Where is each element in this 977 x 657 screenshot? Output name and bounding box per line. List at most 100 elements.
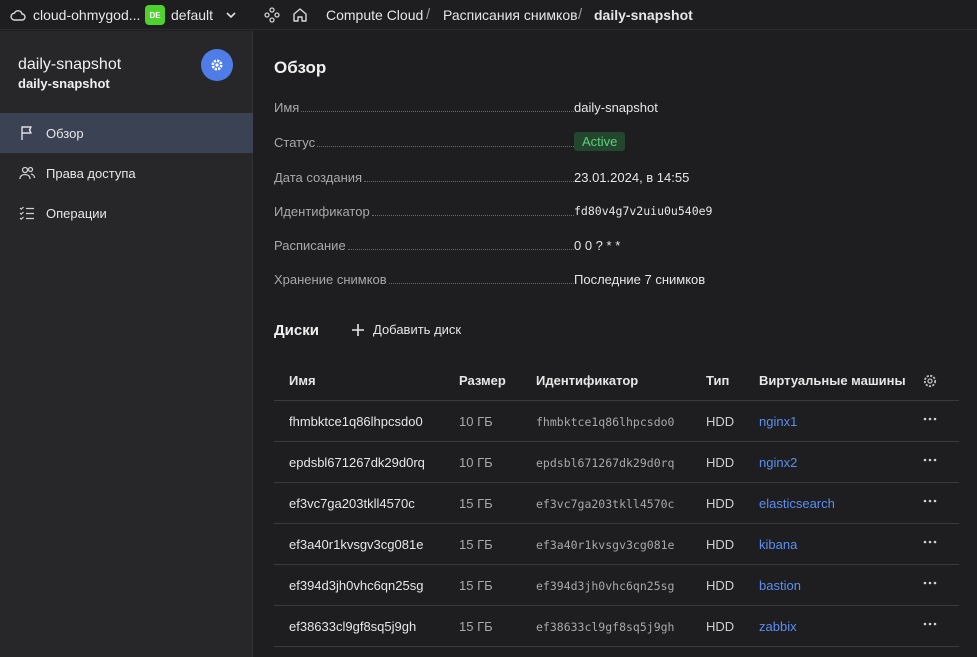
prop-retention: Хранение снимков Последние 7 снимков [274,272,714,292]
vm-link[interactable]: nginx1 [759,414,797,429]
prop-value[interactable]: fd80v4g7v2uiu0u540e9 [574,204,712,218]
sidebar-item-label: Права доступа [46,165,136,181]
table-row[interactable]: epdsbl671267dk29d0rq 10 ГБ epdsbl671267d… [274,442,959,483]
disk-type: HDD [706,455,735,470]
sidebar-item-label: Обзор [46,125,84,141]
status-badge: Active [574,132,626,151]
prop-label: Имя [274,100,300,115]
flag-icon [21,126,32,140]
column-header-id[interactable]: Идентификатор [536,373,638,388]
disk-id: ef38633cl9gf8sq5j9gh [536,620,675,634]
list-icon [19,206,34,221]
disk-size: 10 ГБ [459,414,493,429]
vm-link[interactable]: nginx2 [759,455,797,470]
vm-link[interactable]: elasticsearch [759,496,835,511]
sidebar-title: daily-snapshot [18,56,122,73]
breadcrumb-separator: / [426,6,431,23]
disk-type: HDD [706,414,735,429]
breadcrumb-snapshot-schedules[interactable]: Расписания снимков [443,7,578,23]
disk-id: ef394d3jh0vhc6qn25sg [536,579,675,593]
prop-label: Хранение снимков [274,272,387,287]
disk-name: ef3vc7ga203tkll4570c [289,496,415,511]
disk-type: HDD [706,537,735,552]
main-content: Обзор Имя daily-snapshot Статус Active Д… [254,31,977,657]
column-header-vms[interactable]: Виртуальные машины [759,373,906,388]
sidebar-item-overview[interactable]: Обзор [0,113,253,153]
disk-size: 15 ГБ [459,496,493,511]
gear-icon [211,59,223,71]
disk-id: ef3vc7ga203tkll4570c [536,497,675,511]
disk-name: fhmbktce1q86lhpcsdo0 [289,414,423,429]
prop-created: Дата создания 23.01.2024, в 14:55 [274,170,714,190]
disk-type: HDD [706,619,735,634]
disks-title: Диски [274,322,319,339]
prop-value: Последние 7 снимков [574,272,706,287]
disk-name: epdsbl671267dk29d0rq [289,455,425,470]
add-disk-button[interactable]: Добавить диск [351,322,461,337]
breadcrumb-compute-cloud[interactable]: Compute Cloud [326,7,423,23]
prop-schedule: Расписание 0 0 ? * * [274,238,714,258]
prop-value: daily-snapshot [574,100,658,115]
sidebar-item-label: Операции [46,205,107,221]
disk-type: HDD [706,496,735,511]
chevron-down-icon[interactable] [224,8,238,22]
column-header-type[interactable]: Тип [706,373,729,388]
sidebar-item-access[interactable]: Права доступа [0,153,253,193]
cloud-name[interactable]: cloud-ohmygod... [33,7,140,23]
prop-name: Имя daily-snapshot [274,100,714,120]
table-row[interactable]: ef38633cl9gf8sq5j9gh 15 ГБ ef38633cl9gf8… [274,606,959,647]
disk-id: ef3a40r1kvsgv3cg081e [536,538,675,552]
prop-label: Идентификатор [274,204,370,219]
table-row[interactable]: ef3vc7ga203tkll4570c 15 ГБ ef3vc7ga203tk… [274,483,959,524]
plus-icon [352,323,364,336]
sidebar-subtitle: daily-snapshot [18,76,110,91]
disk-size: 15 ГБ [459,619,493,634]
overview-title: Обзор [274,58,327,77]
home-icon[interactable] [291,6,309,24]
disk-size: 15 ГБ [459,578,493,593]
vm-link[interactable]: zabbix [759,619,797,634]
prop-value: 23.01.2024, в 14:55 [574,170,690,185]
disk-name: ef394d3jh0vhc6qn25sg [289,578,424,593]
vm-link[interactable]: kibana [759,537,797,552]
table-row[interactable]: fhmbktce1q86lhpcsdo0 10 ГБ fhmbktce1q86l… [274,401,959,442]
disk-size: 15 ГБ [459,537,493,552]
cloud-icon[interactable] [10,7,26,23]
more-icon[interactable] [922,493,938,509]
prop-id: Идентификатор fd80v4g7v2uiu0u540e9 [274,204,714,224]
vm-link[interactable]: bastion [759,578,801,593]
disk-name: ef38633cl9gf8sq5j9gh [289,619,417,634]
disk-id: fhmbktce1q86lhpcsdo0 [536,415,675,429]
sidebar: daily-snapshot daily-snapshot Обзор Прав… [0,31,253,657]
table-row[interactable]: ef394d3jh0vhc6qn25sg 15 ГБ ef394d3jh0vhc… [274,565,959,606]
prop-status: Статус Active [274,132,714,155]
services-icon[interactable] [263,6,281,24]
disk-name: ef3a40r1kvsgv3cg081e [289,537,424,552]
sidebar-item-operations[interactable]: Операции [0,193,253,233]
users-icon [19,166,36,180]
table-settings-icon[interactable] [922,373,938,389]
table-header: Имя Размер Идентификатор Тип Виртуальные… [274,361,959,401]
prop-label: Статус [274,135,316,150]
top-bar: cloud-ohmygod... DE default Compute Clou… [0,0,977,30]
column-header-size[interactable]: Размер [459,373,506,388]
breadcrumb-separator: / [578,6,583,23]
more-icon[interactable] [922,452,938,468]
more-icon[interactable] [922,616,938,632]
breadcrumb-current: daily-snapshot [594,7,693,23]
prop-value: 0 0 ? * * [574,238,621,253]
disks-table: Имя Размер Идентификатор Тип Виртуальные… [274,361,959,647]
more-icon[interactable] [922,534,938,550]
more-icon[interactable] [922,411,938,427]
folder-name[interactable]: default [171,7,213,23]
settings-button[interactable] [201,49,233,81]
add-disk-label: Добавить диск [373,322,462,337]
more-icon[interactable] [922,575,938,591]
disk-size: 10 ГБ [459,455,493,470]
column-header-name[interactable]: Имя [289,373,316,388]
disk-type: HDD [706,578,735,593]
prop-label: Расписание [274,238,346,253]
prop-label: Дата создания [274,170,363,185]
table-row[interactable]: ef3a40r1kvsgv3cg081e 15 ГБ ef3a40r1kvsgv… [274,524,959,565]
folder-badge: DE [145,5,165,25]
